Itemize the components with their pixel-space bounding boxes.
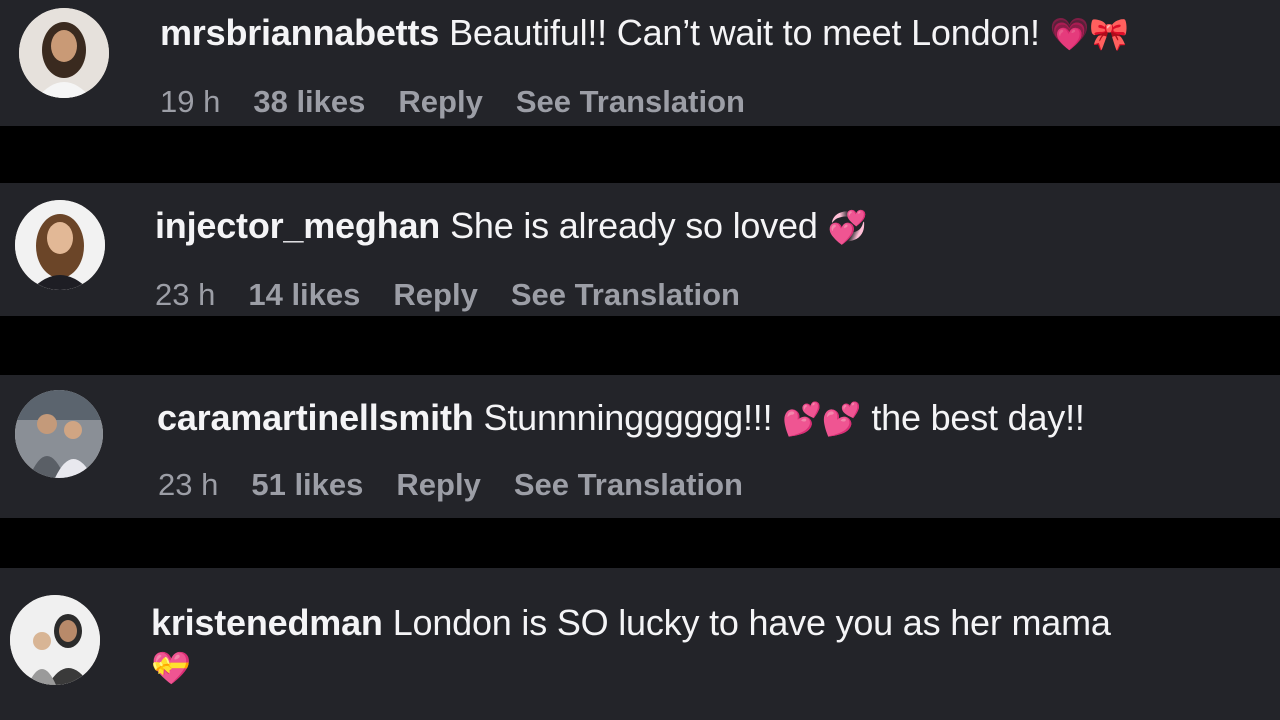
see-translation-button[interactable]: See Translation [511, 277, 740, 312]
comment-text: mrsbriannabetts Beautiful!! Can’t wait to… [160, 12, 1129, 54]
comment-text: injector_meghan She is already so loved 💞 [155, 205, 867, 247]
comment-card: injector_meghan She is already so loved 💞… [0, 183, 1280, 316]
avatar[interactable] [15, 200, 105, 290]
comment-body: Stunnningggggg!!! [483, 397, 773, 438]
comment-time: 19 h [160, 84, 221, 119]
comment-card: caramartinellsmith Stunnningggggg!!! 💕💕 t… [0, 375, 1280, 518]
heart-emoji-icon: 💞 [827, 208, 868, 246]
comment-username[interactable]: caramartinellsmith [157, 397, 474, 438]
comment-time: 23 h [155, 277, 216, 312]
reply-button[interactable]: Reply [396, 467, 480, 502]
comment-card: mrsbriannabetts Beautiful!! Can’t wait to… [0, 0, 1280, 126]
comment-card: kristenedman London is SO lucky to have y… [0, 568, 1280, 720]
comment-meta: 23 h 51 likes Reply See Translation [158, 467, 776, 503]
heart-bow-emoji-icon: 💗🎀 [1049, 15, 1129, 53]
comment-username[interactable]: injector_meghan [155, 205, 440, 246]
comment-username[interactable]: mrsbriannabetts [160, 12, 439, 53]
hearts-emoji-icon: 💕💕 [782, 400, 862, 438]
see-translation-button[interactable]: See Translation [514, 467, 743, 502]
comment-body: She is already so loved [450, 205, 818, 246]
comment-meta: 23 h 14 likes Reply See Translation [155, 277, 773, 313]
comment-body: Beautiful!! Can’t wait to meet London! [449, 12, 1040, 53]
avatar[interactable] [19, 8, 109, 98]
comment-body: London is SO lucky to have you as her ma… [392, 602, 1111, 643]
avatar[interactable] [10, 595, 100, 685]
comment-username[interactable]: kristenedman [151, 602, 383, 643]
likes-count[interactable]: 51 likes [251, 467, 363, 502]
reply-button[interactable]: Reply [398, 84, 482, 119]
comment-text: kristenedman London is SO lucky to have y… [151, 601, 1251, 690]
comment-text: caramartinellsmith Stunnningggggg!!! 💕💕 t… [157, 397, 1085, 439]
comment-meta: 19 h 38 likes Reply See Translation [160, 84, 778, 120]
reply-button[interactable]: Reply [393, 277, 477, 312]
avatar[interactable] [15, 390, 103, 478]
likes-count[interactable]: 38 likes [253, 84, 365, 119]
likes-count[interactable]: 14 likes [248, 277, 360, 312]
comment-time: 23 h [158, 467, 219, 502]
see-translation-button[interactable]: See Translation [516, 84, 745, 119]
comment-body-continued: the best day!! [871, 397, 1085, 438]
heart-ribbon-emoji-icon: 💝 [151, 649, 191, 687]
